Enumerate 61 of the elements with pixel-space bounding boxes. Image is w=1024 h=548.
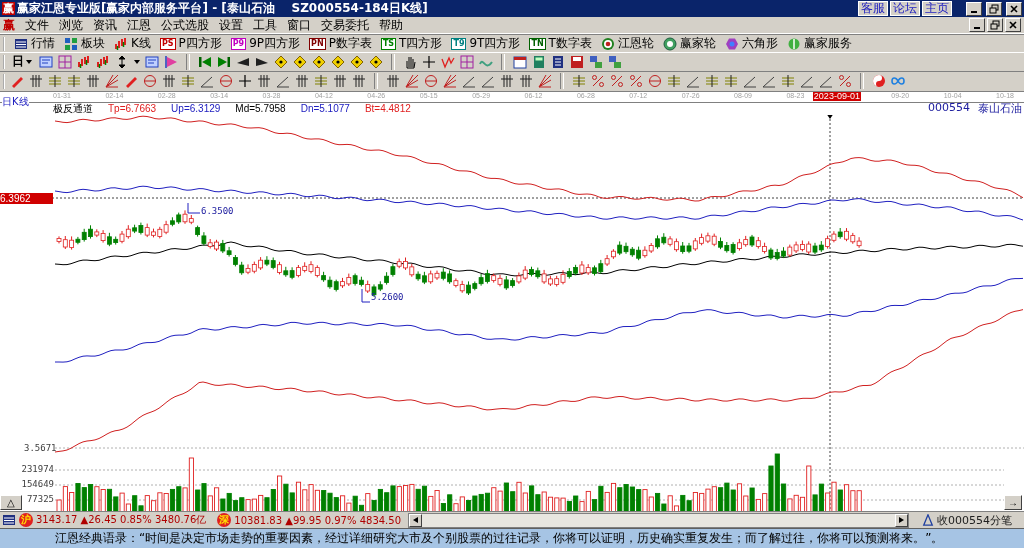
toolbar-button[interactable]: 赢家轮 [662, 35, 716, 52]
quote-text: 江恩经典语录：“时间是决定市场走势的重要因素，经过详细研究大市及个别股票的过往记录，你将可以证明，历史确实重复发生；而了解过往，你将可以预测将来。”。 [55, 530, 944, 548]
tool-icon: T9 [451, 37, 467, 50]
volume-axis-label: 154649 [21, 478, 54, 489]
stock-name: 泰山石油 [978, 101, 1022, 117]
menu-item[interactable]: 浏览 [59, 16, 83, 34]
toolbar-button[interactable]: 江恩轮 [600, 35, 654, 52]
menu-item[interactable]: 设置 [219, 16, 243, 34]
app-logo: 赢 [3, 16, 15, 34]
header-link[interactable]: 论坛 [890, 1, 920, 16]
period-label: 日K线 [2, 94, 29, 109]
stock-code: 000554 [928, 101, 970, 117]
index-badge: 沪 [19, 513, 33, 528]
menu-item[interactable]: 江恩 [127, 16, 151, 34]
index-quote: 10381.83 ▲99.95 0.97% 4834.50 [234, 514, 402, 526]
tool-icon: PN [309, 37, 326, 50]
toolbar-button[interactable]: TN T数字表 [529, 35, 592, 52]
feed-label: 收000554分笔 [937, 512, 1012, 528]
indicator-value: Up=6.3129 [171, 103, 221, 115]
menu-item[interactable]: 交易委托 [321, 16, 369, 34]
menu-item[interactable]: 帮助 [379, 16, 403, 34]
toolbar-button[interactable]: 板块 [64, 35, 105, 52]
index-quote: 3143.17 ▲26.45 0.85% 3480.76亿 [36, 513, 207, 528]
indicator-value: Md=5.7958 [235, 103, 286, 115]
tool-icon: P9 [230, 37, 247, 50]
tool-icon: PS [159, 37, 176, 50]
volume-axis-label: 231974 [21, 463, 54, 474]
toolbar-button[interactable]: 赢家服务 [786, 35, 852, 52]
toolbar-button[interactable]: K线 [114, 35, 151, 52]
menu-item[interactable]: 资讯 [93, 16, 117, 34]
toolbar-button[interactable]: 六角形 [724, 35, 778, 52]
low-price-label: 5.2600 [371, 291, 404, 302]
indicator-value: Bt=4.4812 [364, 103, 411, 115]
volume-axis-label: 77325 [26, 493, 54, 504]
indicator-name: 极反通道 [53, 101, 93, 116]
tool-icon: TN [529, 37, 546, 50]
header-link[interactable]: 客服 [858, 1, 888, 16]
toolbar-button[interactable]: T9 9T四方形 [451, 35, 521, 52]
indicator-value: Tp=6.7663 [108, 103, 157, 115]
tool-icon: TS [380, 37, 397, 50]
toolbar-button[interactable]: 行情 [14, 35, 55, 52]
high-price-label: 6.3500 [201, 205, 234, 216]
window-title: 赢家江恩专业版[赢家内部服务平台] - [泰山石油 SZ000554-184日K线] [17, 0, 429, 17]
scroll-right-button[interactable]: → [1004, 495, 1022, 511]
header-link[interactable]: 主页 [922, 1, 952, 16]
toolbar-button[interactable]: TS T四方形 [380, 35, 443, 52]
period-dropdown[interactable]: 日 [10, 53, 34, 71]
indicator-value: Dn=5.1077 [300, 103, 350, 115]
app-logo: 赢 [2, 2, 15, 15]
toolbar-button[interactable]: P9 9P四方形 [230, 35, 301, 52]
menu-item[interactable]: 工具 [253, 16, 277, 34]
toolbar-button[interactable]: PN P数字表 [309, 35, 372, 52]
index-badge: 深 [217, 513, 232, 528]
date-label: 2023-09-01 [812, 92, 861, 102]
cursor-price-label: 6.3962 [0, 192, 53, 204]
menu-item[interactable]: 公式选股 [161, 16, 209, 34]
menu-item[interactable]: 窗口 [287, 16, 311, 34]
menu-item[interactable]: 文件 [25, 16, 49, 34]
toolbar-button[interactable]: PS P四方形 [159, 35, 222, 52]
price-axis-label: 3.5671 [24, 442, 57, 453]
expand-button[interactable]: △ [0, 495, 22, 511]
